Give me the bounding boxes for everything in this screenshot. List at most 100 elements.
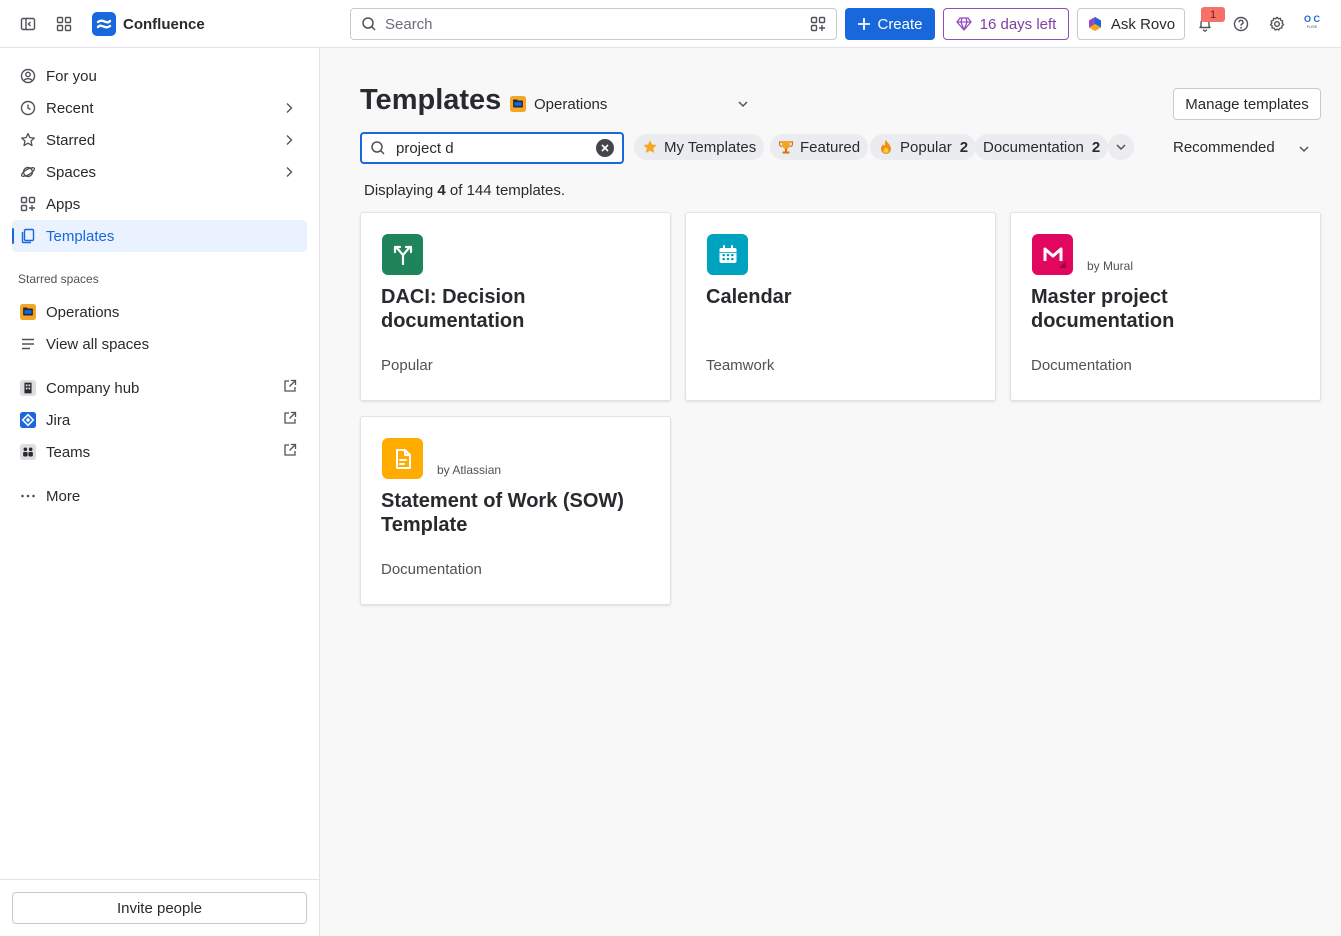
sidebar-item-label: Templates [46, 227, 115, 245]
chip-count: 2 [959, 138, 969, 156]
sidebar-item-label: View all spaces [46, 335, 150, 353]
confluence-logo[interactable]: Confluence [92, 12, 205, 36]
invite-people-button[interactable]: Invite people [12, 892, 307, 924]
global-search-input[interactable] [385, 15, 810, 33]
decision-fork-icon [382, 234, 423, 275]
sidebar-more[interactable]: More [12, 480, 307, 512]
top-navigation: Confluence Create 16 days left Ask Rovo … [0, 0, 1341, 48]
user-avatar[interactable]: O C FUSE [1300, 14, 1324, 34]
fire-icon [878, 139, 894, 155]
trial-label: 16 days left [979, 15, 1057, 33]
trophy-icon [778, 139, 794, 155]
sidebar-item-for-you[interactable]: For you [12, 60, 307, 92]
sidebar-footer: Invite people [0, 879, 319, 936]
template-search-input[interactable] [396, 139, 596, 157]
chevron-down-icon [1297, 142, 1311, 156]
apps-icon [20, 196, 36, 212]
results-total: 144 [466, 182, 492, 199]
settings-gear-icon[interactable] [1265, 12, 1289, 36]
sidebar-item-label: For you [46, 67, 97, 85]
template-card-sow[interactable]: by Atlassian Statement of Work (SOW) Tem… [360, 416, 671, 605]
results-suffix: templates. [495, 182, 565, 199]
ask-rovo-button[interactable]: Ask Rovo [1077, 8, 1185, 40]
jira-icon [20, 412, 36, 428]
sidebar-item-label: Jira [46, 411, 71, 429]
template-card-master-project[interactable]: by Mural Master project documentation Do… [1010, 212, 1321, 401]
filter-chip-featured[interactable]: Featured [770, 134, 869, 160]
sidebar-item-label: Operations [46, 303, 120, 321]
operations-space-icon [20, 304, 36, 320]
results-shown: 4 [437, 182, 446, 199]
teams-icon [20, 444, 36, 460]
template-category: Documentation [1031, 357, 1132, 374]
chip-label: Popular [900, 138, 952, 156]
sort-select[interactable]: Recommended [1173, 134, 1321, 160]
document-icon [382, 438, 423, 479]
diamond-icon [955, 16, 972, 32]
sidebar-toggle-icon[interactable] [16, 12, 40, 36]
template-title: Calendar [706, 286, 792, 308]
sidebar-space-operations[interactable]: Operations [12, 296, 307, 328]
sidebar-app-company-hub[interactable]: Company hub [12, 372, 307, 404]
plus-icon [857, 17, 871, 31]
building-icon [20, 380, 36, 396]
chevron-down-icon [736, 97, 750, 111]
operations-space-icon [510, 96, 526, 112]
sidebar-item-label: Starred [46, 131, 96, 149]
template-category: Documentation [381, 561, 482, 578]
mural-logo-icon [1032, 234, 1073, 275]
chevron-right-icon[interactable] [281, 100, 297, 116]
rovo-icon [1087, 16, 1103, 32]
chevron-right-icon[interactable] [281, 164, 297, 180]
main-content: Templates Operations Manage templates My… [320, 48, 1341, 936]
sidebar-view-all-spaces[interactable]: View all spaces [12, 328, 307, 360]
sidebar-item-label: More [46, 487, 81, 505]
filter-chip-documentation[interactable]: Documentation 2 [975, 134, 1109, 160]
chip-label: Featured [800, 138, 861, 156]
filter-chip-my-templates[interactable]: My Templates [634, 134, 765, 160]
sidebar-item-label: Apps [46, 195, 81, 213]
sidebar-item-templates[interactable]: Templates [12, 220, 307, 252]
help-icon[interactable] [1229, 12, 1253, 36]
list-icon [20, 336, 36, 352]
page-title: Templates [360, 84, 502, 116]
global-search[interactable] [350, 8, 837, 40]
active-indicator [12, 228, 14, 244]
sidebar-item-label: Recent [46, 99, 94, 117]
template-search[interactable] [360, 132, 624, 164]
search-icon [370, 140, 386, 156]
sidebar-item-label: Company hub [46, 379, 140, 397]
trial-button[interactable]: 16 days left [943, 8, 1069, 40]
space-selector[interactable]: Operations [510, 92, 750, 116]
template-card-calendar[interactable]: Calendar Teamwork [685, 212, 996, 401]
clock-icon [20, 100, 36, 116]
sidebar-app-teams[interactable]: Teams [12, 436, 307, 468]
user-circle-icon [20, 68, 36, 84]
chip-count: 2 [1091, 138, 1101, 156]
results-prefix: Displaying [364, 182, 434, 199]
template-title: Master project documentation [1031, 286, 1175, 332]
app-name: Confluence [123, 15, 205, 33]
manage-templates-button[interactable]: Manage templates [1173, 88, 1321, 120]
star-filled-icon [642, 139, 658, 155]
sidebar-item-recent[interactable]: Recent [12, 92, 307, 124]
more-dots-icon [20, 488, 36, 504]
template-category: Teamwork [706, 357, 775, 374]
clear-search-icon[interactable] [596, 139, 614, 157]
sidebar-item-starred[interactable]: Starred [12, 124, 307, 156]
sidebar-app-jira[interactable]: Jira [12, 404, 307, 436]
sidebar-item-apps[interactable]: Apps [12, 188, 307, 220]
chevron-right-icon[interactable] [281, 132, 297, 148]
filter-grid-icon[interactable] [810, 16, 826, 32]
chip-label: My Templates [664, 138, 757, 156]
sidebar-item-spaces[interactable]: Spaces [12, 156, 307, 188]
confluence-icon [92, 12, 116, 36]
filter-chip-popular[interactable]: Popular 2 [870, 134, 977, 160]
results-count: Displaying 4 of 144 templates. [364, 182, 565, 199]
template-card-daci[interactable]: DACI: Decision documentation Popular [360, 212, 671, 401]
create-button[interactable]: Create [845, 8, 935, 40]
more-filters-chevron-icon[interactable] [1108, 134, 1134, 160]
starred-spaces-heading: Starred spaces [18, 272, 99, 286]
app-switcher-icon[interactable] [52, 12, 76, 36]
space-selector-value: Operations [534, 95, 608, 113]
